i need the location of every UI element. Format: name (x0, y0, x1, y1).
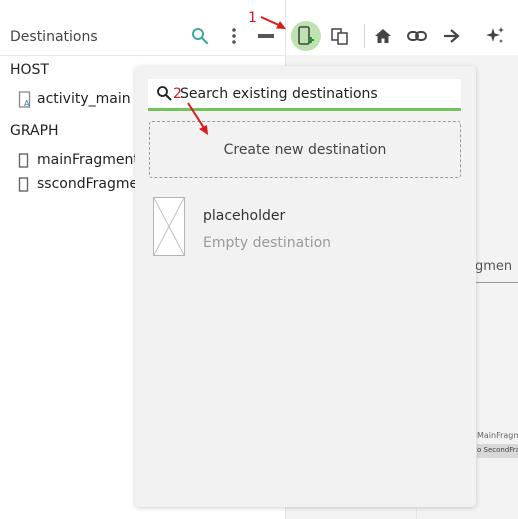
annotation-arrows (187, 16, 286, 135)
annotation-arrow-2 (187, 102, 208, 135)
annotation-arrow-1 (260, 16, 286, 29)
